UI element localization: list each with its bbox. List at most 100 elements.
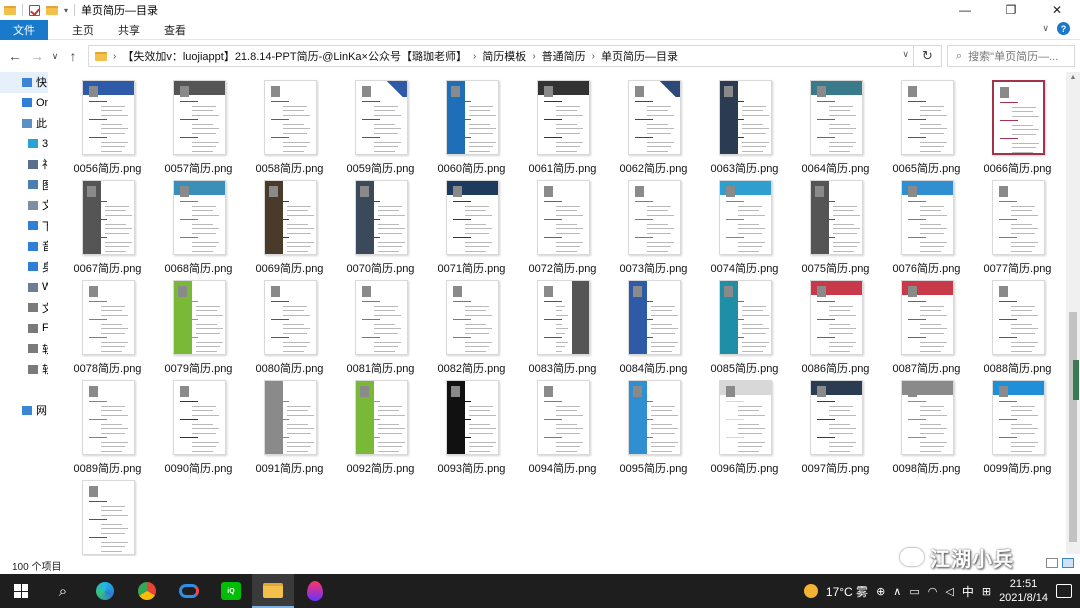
sidebar-item[interactable]: 下 — [0, 216, 48, 237]
file-item[interactable]: 0067简历.png — [62, 172, 153, 275]
file-item[interactable]: 0062简历.png — [608, 72, 699, 175]
tab-share[interactable]: 共享 — [106, 20, 152, 40]
sidebar-item[interactable]: 文 — [0, 298, 48, 319]
file-item[interactable]: 0088简历.png — [972, 272, 1063, 375]
volume-icon[interactable]: ◁ — [945, 585, 953, 598]
chevron-right-icon[interactable]: › — [532, 51, 535, 62]
file-item[interactable]: 0099简历.png — [972, 372, 1063, 475]
file-item[interactable]: 0083简历.png — [517, 272, 608, 375]
file-item[interactable]: 0100简历.png — [62, 472, 153, 556]
file-item[interactable]: 0096简历.png — [699, 372, 790, 475]
weather-text[interactable]: 17°C 雾 — [826, 583, 868, 600]
file-item[interactable]: 0086简历.png — [790, 272, 881, 375]
tab-view[interactable]: 查看 — [152, 20, 198, 40]
file-item[interactable]: 0056简历.png — [62, 72, 153, 175]
details-view-button[interactable] — [1046, 558, 1058, 568]
file-item[interactable]: 0078简历.png — [62, 272, 153, 375]
search-input[interactable]: ⌕ 搜索"单页简历—... — [947, 45, 1075, 67]
breadcrumb-item[interactable]: 【失效加v：luojiappt】21.8.14-PPT简历-@LinKa×公众号… — [122, 48, 467, 64]
ime-indicator[interactable]: 中 — [962, 583, 974, 600]
start-button[interactable] — [0, 574, 42, 608]
file-item[interactable]: 0080简历.png — [244, 272, 335, 375]
file-item[interactable]: 0081简历.png — [335, 272, 426, 375]
back-arrow-icon[interactable]: ← — [4, 48, 26, 64]
file-item[interactable]: 0079简历.png — [153, 272, 244, 375]
edge-app[interactable] — [84, 574, 126, 608]
sidebar-item[interactable]: 软 — [0, 359, 48, 380]
scrollbar-thumb[interactable] — [1069, 312, 1077, 542]
sidebar-item[interactable]: W — [0, 277, 48, 298]
recent-chevron-icon[interactable]: ∨ — [48, 51, 62, 62]
sidebar-item[interactable]: 软 — [0, 339, 48, 360]
weather-icon[interactable] — [803, 584, 818, 598]
file-explorer-app[interactable] — [252, 574, 294, 608]
sidebar-item[interactable]: 礼 — [0, 154, 48, 175]
file-item[interactable]: 0065简历.png — [881, 72, 972, 175]
chrome-app[interactable] — [126, 574, 168, 608]
search-button[interactable]: ⌕ — [42, 574, 84, 608]
minimize-button[interactable]: — — [942, 0, 988, 20]
file-item[interactable]: 0090简历.png — [153, 372, 244, 475]
file-item[interactable]: 0085简历.png — [699, 272, 790, 375]
breadcrumb-item[interactable]: 简历模板 — [482, 48, 526, 64]
iqiyi-app[interactable]: iQ — [210, 574, 252, 608]
chevron-down-icon[interactable]: ▾ — [64, 6, 68, 15]
drop-app[interactable] — [294, 574, 336, 608]
file-item[interactable]: 0076简历.png — [881, 172, 972, 275]
sidebar-item[interactable]: 身 — [0, 257, 48, 278]
wifi-icon[interactable]: ◠ — [928, 585, 938, 598]
file-item[interactable]: 0073简历.png — [608, 172, 699, 275]
file-item[interactable]: 0077简历.png — [972, 172, 1063, 275]
file-item[interactable]: 0057简历.png — [153, 72, 244, 175]
show-hidden-icons[interactable]: ∧ — [893, 585, 901, 598]
large-icons-view-button[interactable] — [1062, 558, 1074, 568]
ime-mode-icon[interactable]: ⊞ — [982, 585, 991, 598]
file-item[interactable]: 0059简历.png — [335, 72, 426, 175]
maximize-button[interactable]: ❐ — [988, 0, 1034, 20]
file-item[interactable]: 0064简历.png — [790, 72, 881, 175]
breadcrumb-item[interactable]: 普通简历 — [542, 48, 586, 64]
close-button[interactable]: ✕ — [1034, 0, 1080, 20]
sidebar-item[interactable]: F — [0, 318, 48, 339]
chevron-down-icon[interactable]: ∨ — [902, 49, 909, 60]
clock[interactable]: 21:51 2021/8/14 — [999, 577, 1048, 605]
chevron-right-icon[interactable]: › — [113, 51, 116, 62]
file-item[interactable]: 0058简历.png — [244, 72, 335, 175]
file-item[interactable]: 0087简历.png — [881, 272, 972, 375]
help-icon[interactable]: ? — [1057, 22, 1070, 35]
file-item[interactable]: 0082简历.png — [426, 272, 517, 375]
up-arrow-icon[interactable]: ↑ — [62, 48, 84, 64]
breadcrumb-item[interactable]: 单页简历—目录 — [601, 48, 678, 64]
file-item[interactable]: 0074简历.png — [699, 172, 790, 275]
file-item[interactable]: 0072简历.png — [517, 172, 608, 275]
sidebar-item[interactable]: 3 — [0, 134, 48, 155]
vertical-scrollbar[interactable]: ▲ — [1066, 72, 1080, 554]
sidebar-item[interactable]: 网 — [0, 400, 48, 421]
security-icon[interactable]: ⊕ — [876, 585, 885, 598]
file-item[interactable]: 0075简历.png — [790, 172, 881, 275]
sidebar-item[interactable]: 文 — [0, 195, 48, 216]
tab-home[interactable]: 主页 — [60, 20, 106, 40]
chevron-right-icon[interactable]: › — [473, 51, 476, 62]
forward-arrow-icon[interactable]: → — [26, 48, 48, 64]
file-item[interactable]: 0084简历.png — [608, 272, 699, 375]
properties-icon[interactable] — [29, 4, 40, 16]
file-item[interactable]: 0095简历.png — [608, 372, 699, 475]
file-item[interactable]: 0069简历.png — [244, 172, 335, 275]
sidebar-item[interactable]: 音 — [0, 236, 48, 257]
sidebar-item[interactable]: 图 — [0, 175, 48, 196]
file-item[interactable]: 0092简历.png — [335, 372, 426, 475]
netdisk-app[interactable] — [168, 574, 210, 608]
sidebar-item[interactable]: 此 — [0, 113, 48, 134]
file-item[interactable]: 0066简历.png — [972, 72, 1063, 175]
address-bar[interactable]: › 【失效加v：luojiappt】21.8.14-PPT简历-@LinKa×公… — [88, 45, 914, 67]
sidebar-item[interactable]: 快 — [0, 72, 48, 93]
file-item[interactable]: 0094简历.png — [517, 372, 608, 475]
file-item[interactable]: 0060简历.png — [426, 72, 517, 175]
display-icon[interactable]: ▭ — [909, 585, 919, 598]
file-item[interactable]: 0068简历.png — [153, 172, 244, 275]
new-folder-icon[interactable] — [46, 5, 58, 15]
tab-file[interactable]: 文件 — [0, 19, 48, 40]
refresh-button[interactable]: ↻ — [914, 45, 942, 67]
file-item[interactable]: 0091简历.png — [244, 372, 335, 475]
